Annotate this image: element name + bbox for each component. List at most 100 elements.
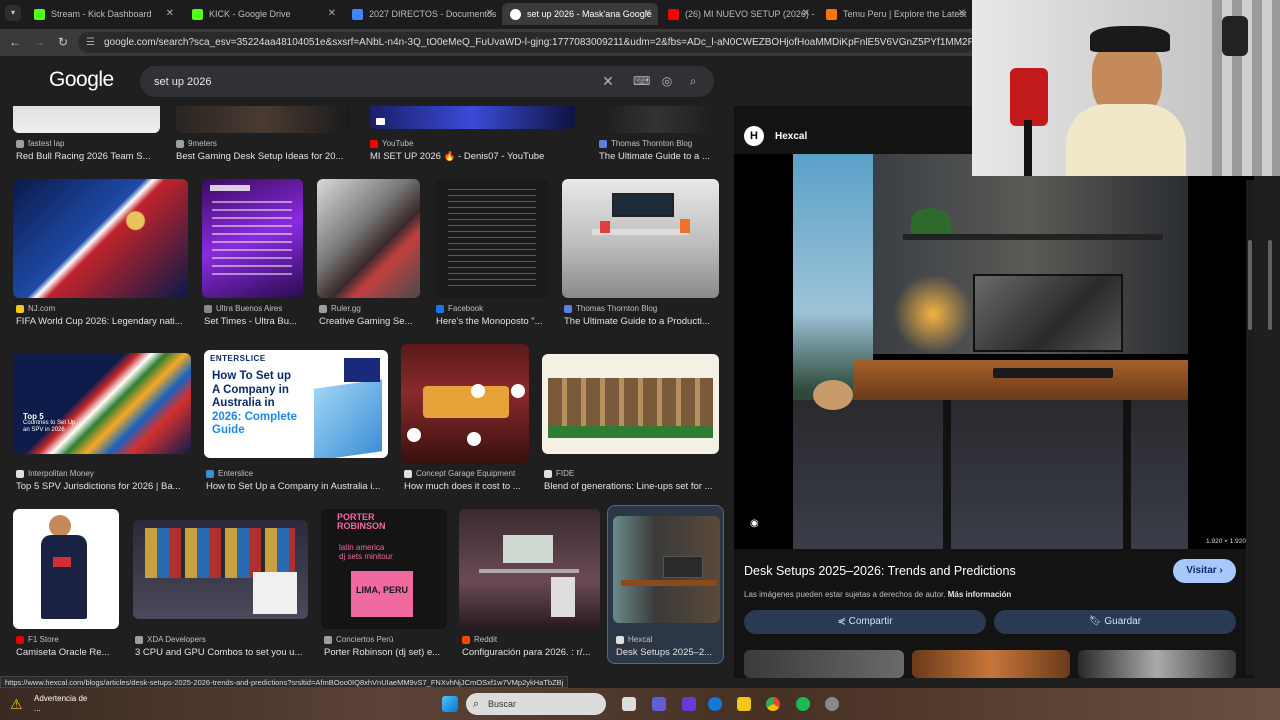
- result-title[interactable]: How much does it cost to ...: [404, 481, 526, 492]
- result-source: Thomas Thornton Blog: [564, 304, 720, 313]
- warning-icon[interactable]: ⚠: [10, 696, 26, 712]
- site-favicon: [599, 139, 607, 148]
- result-title[interactable]: The Ultimate Guide to a ...: [599, 151, 713, 162]
- teams-icon[interactable]: [652, 697, 666, 711]
- result-thumb[interactable]: [13, 106, 160, 133]
- result-title[interactable]: Camiseta Oracle Re...: [16, 647, 120, 658]
- result-thumb[interactable]: [13, 509, 119, 629]
- search-icon[interactable]: ⌕: [685, 73, 701, 89]
- result-thumb[interactable]: [133, 520, 308, 619]
- result-thumb[interactable]: [370, 106, 575, 129]
- result-title[interactable]: Set Times - Ultra Bu...: [204, 316, 302, 327]
- panel-site-name: Hexcal: [775, 130, 808, 142]
- result-title[interactable]: Top 5 SPV Jurisdictions for 2026 | Ba...: [16, 481, 186, 492]
- more-info-link[interactable]: Más información: [948, 590, 1012, 599]
- app-icon[interactable]: [682, 697, 696, 711]
- search-input[interactable]: [154, 66, 584, 97]
- result-title[interactable]: How to Set Up a Company in Australia i..…: [206, 481, 386, 492]
- address-bar[interactable]: ☰ google.com/search?sca_esv=35224aa48104…: [78, 32, 976, 53]
- forward-icon[interactable]: →: [31, 34, 47, 50]
- result-title[interactable]: Best Gaming Desk Setup Ideas for 20...: [176, 151, 348, 162]
- result-thumb[interactable]: [401, 344, 529, 463]
- temu-icon: [826, 8, 837, 20]
- save-button[interactable]: 🔖︎ Guardar: [994, 610, 1236, 634]
- result-thumb[interactable]: Top 5 Countries to Set Up an SPV in 2026: [13, 353, 191, 454]
- start-icon[interactable]: [442, 696, 458, 712]
- related-thumb[interactable]: [912, 650, 1070, 678]
- result-thumb[interactable]: [202, 179, 303, 298]
- result-thumb[interactable]: [176, 106, 350, 133]
- result-thumb[interactable]: [542, 354, 719, 454]
- taskbar-search[interactable]: ⌕ Buscar: [466, 693, 606, 715]
- result-source: Concept Garage Equipment: [404, 469, 530, 478]
- tab-title: set up 2026 - Mask'ana Google: [527, 9, 652, 19]
- visit-button[interactable]: Visitar ›: [1173, 559, 1236, 583]
- keyboard-icon[interactable]: ⌨: [633, 73, 650, 89]
- result-title[interactable]: Here's the Monoposto "...: [436, 316, 548, 327]
- task-view-icon[interactable]: [622, 697, 636, 711]
- clear-icon[interactable]: ✕: [600, 73, 616, 89]
- site-info-icon[interactable]: ☰: [86, 32, 95, 53]
- related-thumb[interactable]: [744, 650, 904, 678]
- kick-icon: [192, 8, 203, 20]
- image-dimensions: 1.920 × 1.920: [1206, 538, 1246, 545]
- result-thumb[interactable]: [13, 179, 188, 298]
- edge-icon[interactable]: [708, 697, 722, 711]
- result-thumb[interactable]: [562, 179, 719, 298]
- result-title[interactable]: Porter Robinson (dj set) e...: [324, 647, 446, 658]
- lens-search-icon[interactable]: ◉: [750, 518, 764, 532]
- reload-icon[interactable]: ↻: [55, 34, 71, 50]
- app-icon[interactable]: [825, 697, 839, 711]
- weather-widget[interactable]: Advertencia de ...: [34, 694, 87, 714]
- result-thumb[interactable]: [613, 516, 720, 623]
- result-title[interactable]: MI SET UP 2026 🔥 - Denis07 - YouTube: [370, 151, 575, 162]
- tab-documentos[interactable]: 2027 DIRECTOS - Documentos ✕: [344, 3, 500, 25]
- search-box[interactable]: ✕ ⌨ ◎ ⌕: [140, 66, 714, 97]
- result-thumb[interactable]: [317, 179, 420, 298]
- result-title[interactable]: Red Bull Racing 2026 Team S...: [16, 151, 156, 162]
- result-thumb[interactable]: [459, 509, 600, 629]
- tab-google-search[interactable]: set up 2026 - Mask'ana Google ✕: [502, 3, 658, 25]
- result-title[interactable]: Blend of generations: Line-ups set for .…: [544, 481, 719, 492]
- preview-image[interactable]: 1.920 × 1.920 ◉: [734, 154, 1254, 549]
- result-thumb[interactable]: [436, 179, 548, 298]
- close-icon[interactable]: ✕: [802, 8, 810, 19]
- site-favicon: [135, 635, 143, 644]
- close-icon[interactable]: ✕: [958, 8, 966, 19]
- page-scrollbar[interactable]: [1266, 180, 1274, 675]
- file-explorer-icon[interactable]: [737, 697, 751, 711]
- tab-kick-dashboard[interactable]: Stream - Kick Dashboard ✕: [26, 3, 180, 25]
- related-thumb[interactable]: [1078, 650, 1236, 678]
- status-url: https://www.hexcal.com/blogs/articles/de…: [0, 676, 569, 688]
- result-thumb[interactable]: ENTERSLICE How To Set up A Company in Au…: [204, 350, 388, 458]
- back-icon[interactable]: ←: [7, 34, 23, 50]
- tab-list-button[interactable]: ▾: [5, 5, 21, 21]
- lens-icon[interactable]: ◎: [659, 73, 675, 89]
- panel-site[interactable]: H Hexcal: [744, 126, 807, 146]
- result-thumb[interactable]: PORTER ROBINSON latin america dj sets mi…: [321, 509, 447, 629]
- result-title[interactable]: 3 CPU and GPU Combos to set you u...: [135, 647, 307, 658]
- webcam-overlay: [972, 0, 1280, 176]
- result-title[interactable]: Creative Gaming Se...: [319, 316, 419, 327]
- result-title[interactable]: FIFA World Cup 2026: Legendary nati...: [16, 316, 188, 327]
- result-title[interactable]: Desk Setups 2025–2...: [616, 647, 720, 658]
- share-button[interactable]: ⋞ Compartir: [744, 610, 986, 634]
- panel-title[interactable]: Desk Setups 2025–2026: Trends and Predic…: [744, 564, 1016, 578]
- result-thumb[interactable]: [601, 106, 713, 133]
- tab-temu[interactable]: Temu Peru | Explore the Latest ✕: [818, 3, 972, 25]
- close-icon[interactable]: ✕: [486, 8, 494, 19]
- google-logo[interactable]: Google: [49, 68, 114, 92]
- chrome-icon[interactable]: [766, 697, 780, 711]
- close-icon[interactable]: ✕: [328, 8, 336, 19]
- result-title[interactable]: Configuración para 2026. : r/...: [462, 647, 600, 658]
- tab-title: 2027 DIRECTOS - Documentos: [369, 9, 497, 19]
- close-icon[interactable]: ✕: [166, 8, 174, 19]
- result-source: YouTube: [370, 139, 570, 148]
- close-icon[interactable]: ✕: [644, 8, 652, 19]
- result-title[interactable]: The Ultimate Guide to a Producti...: [564, 316, 720, 327]
- tab-google-drive[interactable]: KICK - Google Drive ✕: [184, 3, 342, 25]
- panel-scrollbar[interactable]: [1246, 180, 1254, 675]
- site-favicon: [16, 139, 24, 148]
- spotify-icon[interactable]: [796, 697, 810, 711]
- tab-youtube[interactable]: (26) MI NUEVO SETUP (2026) - ✕: [660, 3, 816, 25]
